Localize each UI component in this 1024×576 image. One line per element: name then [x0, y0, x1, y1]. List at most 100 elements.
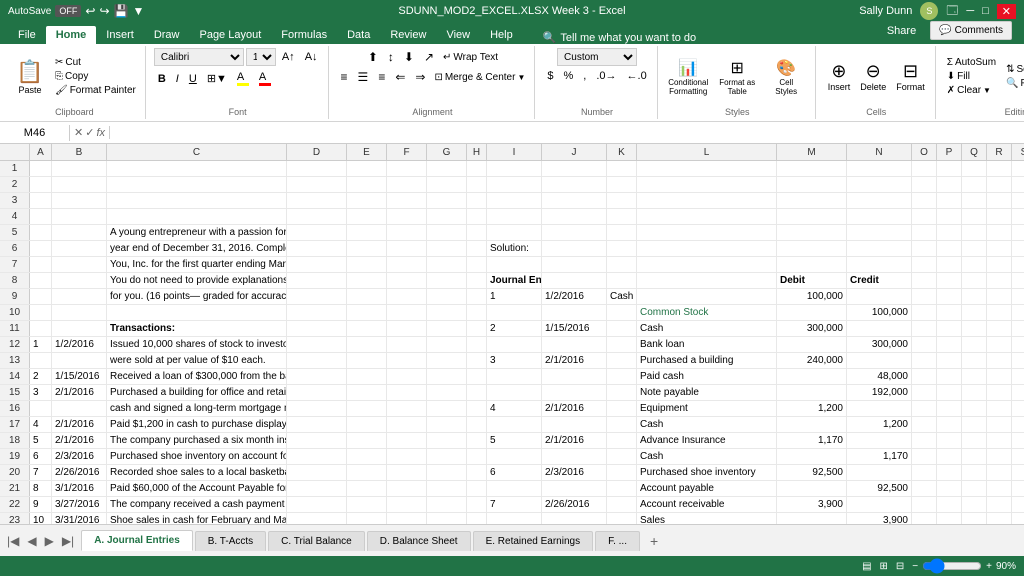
- cell-F9[interactable]: [387, 289, 427, 304]
- cell-E1[interactable]: [347, 161, 387, 176]
- cell-K9[interactable]: Cash: [607, 289, 637, 304]
- cell-G9[interactable]: [427, 289, 467, 304]
- cell-O2[interactable]: [912, 177, 937, 192]
- cell-F19[interactable]: [387, 449, 427, 464]
- cell-E19[interactable]: [347, 449, 387, 464]
- cell-J8[interactable]: [542, 273, 607, 288]
- cell-J23[interactable]: [542, 513, 607, 524]
- cell-D3[interactable]: [287, 193, 347, 208]
- cell-O1[interactable]: [912, 161, 937, 176]
- col-header-g[interactable]: G: [427, 144, 467, 160]
- cell-E14[interactable]: [347, 369, 387, 384]
- cell-O19[interactable]: [912, 449, 937, 464]
- col-header-s[interactable]: S: [1012, 144, 1024, 160]
- align-bottom-btn[interactable]: ⬇: [400, 48, 418, 66]
- cell-Q20[interactable]: [962, 465, 987, 480]
- cell-R2[interactable]: [987, 177, 1012, 192]
- search-box[interactable]: 🔍 Tell me what you want to do: [543, 31, 696, 44]
- cell-A13[interactable]: [30, 353, 52, 368]
- italic-button[interactable]: I: [172, 71, 183, 87]
- cell-A11[interactable]: [30, 321, 52, 336]
- dollar-btn[interactable]: $: [543, 68, 557, 84]
- cell-E23[interactable]: [347, 513, 387, 524]
- cell-G17[interactable]: [427, 417, 467, 432]
- cell-P19[interactable]: [937, 449, 962, 464]
- cell-D8[interactable]: [287, 273, 347, 288]
- cell-L10[interactable]: Common Stock: [637, 305, 777, 320]
- cell-F14[interactable]: [387, 369, 427, 384]
- cell-Q19[interactable]: [962, 449, 987, 464]
- cell-A17[interactable]: 4: [30, 417, 52, 432]
- cell-N1[interactable]: [847, 161, 912, 176]
- cell-R4[interactable]: [987, 209, 1012, 224]
- cell-B9[interactable]: [52, 289, 107, 304]
- cell-O12[interactable]: [912, 337, 937, 352]
- cell-N12[interactable]: 300,000: [847, 337, 912, 352]
- cell-Q23[interactable]: [962, 513, 987, 524]
- cell-L20[interactable]: Purchased shoe inventory: [637, 465, 777, 480]
- cell-A23[interactable]: 10: [30, 513, 52, 524]
- cell-F12[interactable]: [387, 337, 427, 352]
- cell-R22[interactable]: [987, 497, 1012, 512]
- tab-view[interactable]: View: [436, 26, 480, 44]
- cell-C14[interactable]: Received a loan of $300,000 from the ban…: [107, 369, 287, 384]
- cell-Q14[interactable]: [962, 369, 987, 384]
- cell-I6[interactable]: Solution:: [487, 241, 542, 256]
- cell-G3[interactable]: [427, 193, 467, 208]
- cell-C18[interactable]: The company purchased a six month insura…: [107, 433, 287, 448]
- cell-I17[interactable]: [487, 417, 542, 432]
- cell-K13[interactable]: [607, 353, 637, 368]
- cell-M10[interactable]: [777, 305, 847, 320]
- cell-J19[interactable]: [542, 449, 607, 464]
- cell-E8[interactable]: [347, 273, 387, 288]
- cell-I14[interactable]: [487, 369, 542, 384]
- cell-H21[interactable]: [467, 481, 487, 496]
- sheet-nav-next[interactable]: ▶: [42, 532, 57, 550]
- cell-H3[interactable]: [467, 193, 487, 208]
- cell-A6[interactable]: [30, 241, 52, 256]
- cell-A20[interactable]: 7: [30, 465, 52, 480]
- cell-J11[interactable]: 1/15/2016: [542, 321, 607, 336]
- cell-J3[interactable]: [542, 193, 607, 208]
- cell-R16[interactable]: [987, 401, 1012, 416]
- confirm-icon[interactable]: ✓: [85, 126, 94, 139]
- cell-B7[interactable]: [52, 257, 107, 272]
- format-painter-button[interactable]: 🖌 Format Painter: [52, 84, 139, 97]
- cell-S10[interactable]: [1012, 305, 1024, 320]
- cell-L21[interactable]: Account payable: [637, 481, 777, 496]
- cell-B6[interactable]: [52, 241, 107, 256]
- cell-G19[interactable]: [427, 449, 467, 464]
- cell-A5[interactable]: [30, 225, 52, 240]
- cell-R15[interactable]: [987, 385, 1012, 400]
- cell-P3[interactable]: [937, 193, 962, 208]
- cell-P9[interactable]: [937, 289, 962, 304]
- cell-A8[interactable]: [30, 273, 52, 288]
- cell-I3[interactable]: [487, 193, 542, 208]
- cell-D16[interactable]: [287, 401, 347, 416]
- cell-D11[interactable]: [287, 321, 347, 336]
- cell-M23[interactable]: [777, 513, 847, 524]
- cell-C22[interactable]: The company received a cash payment in f…: [107, 497, 287, 512]
- cell-F21[interactable]: [387, 481, 427, 496]
- cell-J9[interactable]: 1/2/2016: [542, 289, 607, 304]
- cell-B18[interactable]: 2/1/2016: [52, 433, 107, 448]
- cell-L8[interactable]: [637, 273, 777, 288]
- cell-A10[interactable]: [30, 305, 52, 320]
- cell-N6[interactable]: [847, 241, 912, 256]
- comments-button[interactable]: 💬 Comments: [930, 21, 1012, 40]
- cell-D22[interactable]: [287, 497, 347, 512]
- cell-H6[interactable]: [467, 241, 487, 256]
- cell-S4[interactable]: [1012, 209, 1024, 224]
- cell-N14[interactable]: 48,000: [847, 369, 912, 384]
- cell-L13[interactable]: Purchased a building: [637, 353, 777, 368]
- sheet-tab-d.-balance-sheet[interactable]: D. Balance Sheet: [367, 531, 471, 551]
- cell-I12[interactable]: [487, 337, 542, 352]
- cell-K20[interactable]: [607, 465, 637, 480]
- cell-O5[interactable]: [912, 225, 937, 240]
- cell-A14[interactable]: 2: [30, 369, 52, 384]
- cell-E10[interactable]: [347, 305, 387, 320]
- cell-N21[interactable]: 92,500: [847, 481, 912, 496]
- cell-A9[interactable]: [30, 289, 52, 304]
- col-header-r[interactable]: R: [987, 144, 1012, 160]
- cell-L3[interactable]: [637, 193, 777, 208]
